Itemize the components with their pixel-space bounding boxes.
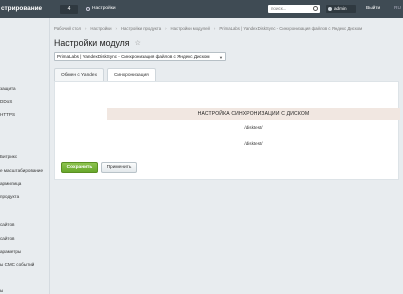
breadcrumb-item[interactable]: Рабочий стол [54,26,81,31]
module-select-value: PrimaLabs | YandexDiskSync - Синхронизац… [57,54,210,59]
sidebar-item[interactable]: ы [0,288,3,293]
tabs: Обмен с Yandex Синхронизация [54,68,156,81]
breadcrumb-separator: › [115,26,117,31]
sidebar-item[interactable]: ы СМС событий [0,262,34,267]
sidebar-item[interactable]: Битрикс [0,154,17,159]
sidebar: защита DDoS HTTPS Битрикс е масштабирова… [0,18,50,294]
sidebar-item[interactable]: продукта [0,194,19,199]
module-select[interactable]: PrimaLabs | YandexDiskSync - Синхронизац… [54,52,226,61]
breadcrumb-item[interactable]: Настройки модулей [171,26,210,31]
sidebar-item[interactable]: HTTPS [0,112,15,117]
sidebar-item[interactable]: сайтов [0,236,14,241]
breadcrumb: Рабочий стол › Настройки › Настройки про… [54,26,399,31]
search-icon[interactable] [313,6,318,11]
breadcrumb-separator: › [84,26,87,31]
sidebar-item[interactable]: сайтов [0,222,14,227]
save-button[interactable]: Сохранить [61,162,98,173]
gear-icon [86,7,90,11]
search-input[interactable]: поиск... [268,5,320,13]
logout-link[interactable]: Выйти [366,0,380,18]
star-icon[interactable]: ☆ [135,39,141,47]
language-switch[interactable]: RU [394,0,401,18]
user-icon [328,7,332,11]
settings-label: Настройки [92,6,116,11]
breadcrumb-separator: › [165,26,167,31]
setting-value: /disktest/ [244,141,263,146]
sidebar-item[interactable]: араметры [0,249,21,254]
settings-panel: НАСТРОЙКА СИНХРОНИЗАЦИИ С ДИСКОМ /diskte… [54,81,400,180]
tab-yandex-exchange[interactable]: Обмен с Yandex [54,68,104,81]
setting-value: /disktest/ [244,125,263,130]
user-menu[interactable]: admin [326,5,356,13]
breadcrumb-item[interactable]: Настройки [90,26,111,31]
page-title: Настройки модуля ☆ [54,38,141,48]
sidebar-item[interactable]: защита [0,86,16,91]
sidebar-item[interactable]: е масштабирование [0,168,43,173]
chevron-down-icon: ▼ [219,55,223,60]
settings-link[interactable]: Настройки [86,0,116,18]
sidebar-item[interactable]: DDoS [0,99,12,104]
top-bar: стрирование 4 Настройки поиск... admin В… [0,0,403,18]
apply-button[interactable]: Применить [101,162,137,173]
user-name: admin [334,6,347,11]
brand-title[interactable]: стрирование [0,0,50,18]
breadcrumb-item: PrimaLabs | YandexDiskSync - Синхронизац… [219,26,363,31]
breadcrumb-separator: › [213,26,216,31]
notifications-counter[interactable]: 4 [60,5,78,14]
breadcrumb-item[interactable]: Настройки продукта [121,26,161,31]
page-title-text: Настройки модуля [54,38,130,48]
section-heading: НАСТРОЙКА СИНХРОНИЗАЦИИ С ДИСКОМ [107,108,400,120]
search-placeholder: поиск... [271,6,287,11]
tab-sync[interactable]: Синхронизация [106,68,156,81]
sidebar-item[interactable]: армилица [0,181,21,186]
